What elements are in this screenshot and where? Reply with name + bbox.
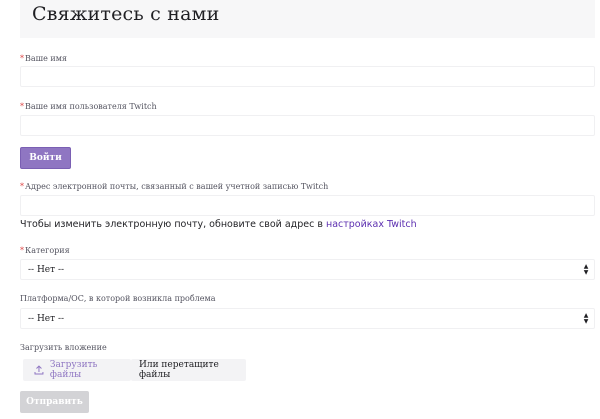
drop-files-area[interactable]: Или перетащите файлы [131,359,246,381]
platform-label: Платформа/ОС, в которой возникла проблем… [20,294,216,303]
required-mark: * [20,246,24,255]
required-mark: * [20,54,24,63]
page-header: Свяжитесь с нами [20,0,595,38]
email-note: Чтобы изменить электронную почту, обнови… [20,219,417,230]
twitch-username-field[interactable] [20,115,595,139]
category-selected-value: -- Нет -- [28,265,65,275]
attachment-label: Загрузить вложение [20,343,107,352]
page-title: Свяжитесь с нами [32,3,220,25]
platform-selected-value: -- Нет -- [28,314,65,324]
platform-select[interactable]: -- Нет -- ▲ ▼ [20,308,595,329]
category-label: *Категория [20,246,70,255]
required-mark: * [20,182,24,191]
upload-icon [34,365,44,375]
select-arrows-icon: ▲ ▼ [583,263,589,276]
name-field[interactable] [20,66,595,90]
login-button[interactable]: Войти [20,147,71,169]
twitch-username-input[interactable] [21,119,594,139]
twitch-settings-link[interactable]: настройках Twitch [326,219,417,230]
email-label: *Адрес электронной почты, связанный с ва… [20,182,329,191]
upload-files-button[interactable]: Загрузить файлы [23,359,131,381]
select-arrows-icon: ▲ ▼ [583,312,589,325]
name-input[interactable] [21,70,594,90]
upload-files-label: Загрузить файлы [49,360,98,380]
email-field[interactable] [20,195,595,219]
submit-button[interactable]: Отправить [20,391,89,413]
required-mark: * [20,102,24,111]
email-input[interactable] [21,199,594,219]
category-select[interactable]: -- Нет -- ▲ ▼ [20,259,595,280]
name-label: *Ваше имя [20,54,67,63]
twitch-username-label: *Ваше имя пользователя Twitch [20,102,157,111]
